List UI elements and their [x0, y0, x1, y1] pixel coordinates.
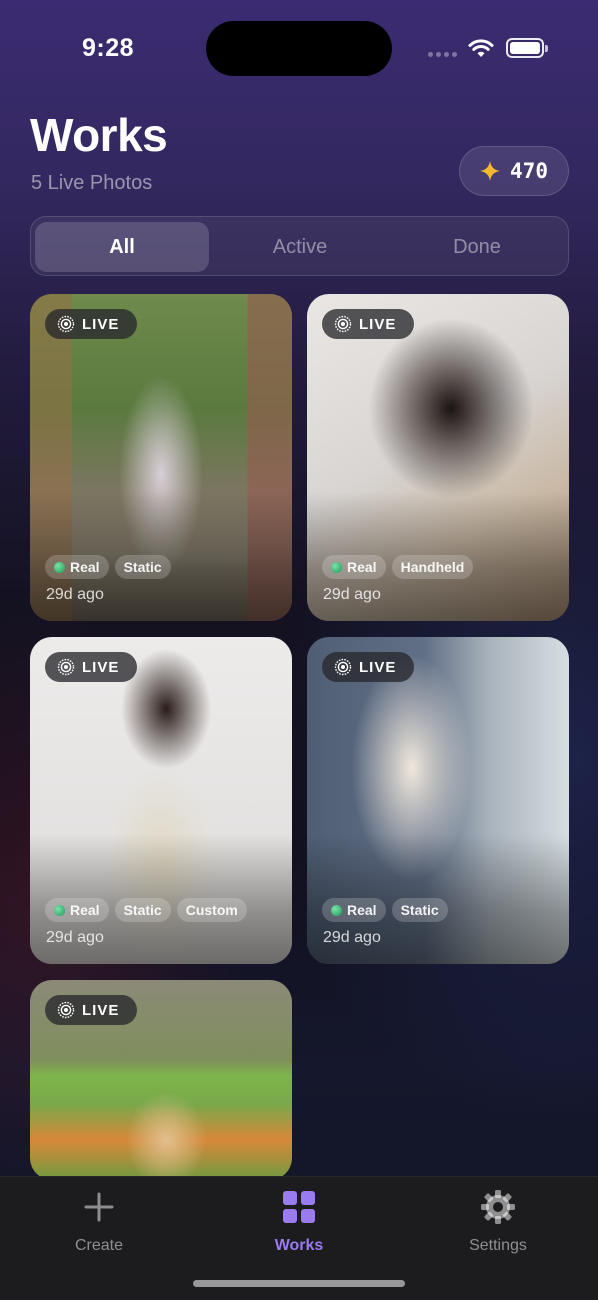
real-dot-icon: [54, 561, 65, 573]
grid-icon: [279, 1187, 319, 1227]
live-label: LIVE: [82, 1001, 120, 1019]
battery-icon: [506, 38, 548, 58]
work-card[interactable]: LIVE Real Static Custom 29d ago: [30, 637, 292, 964]
dynamic-island: [206, 21, 392, 76]
tab-settings-label: Settings: [469, 1237, 527, 1254]
live-badge: LIVE: [45, 995, 137, 1025]
real-dot-icon: [331, 561, 342, 573]
status-time: 9:28: [82, 34, 135, 62]
live-photo-icon: [57, 315, 75, 333]
work-age: 29d ago: [323, 586, 381, 603]
tab-create-label: Create: [74, 1237, 124, 1254]
tab-works[interactable]: Works: [229, 1187, 369, 1255]
tag-real: Real: [322, 898, 386, 922]
plus-icon: [79, 1187, 119, 1227]
tag-static: Static: [391, 898, 448, 922]
tag-custom: Custom: [176, 898, 247, 922]
filter-tab-done[interactable]: Done: [390, 222, 564, 272]
real-dot-icon: [54, 904, 65, 916]
work-card[interactable]: LIVE Real Static 29d ago: [307, 637, 569, 964]
tag-list: Real Static Custom: [45, 898, 247, 922]
filter-tab-all[interactable]: All: [35, 222, 209, 272]
tag-static: Static: [114, 555, 171, 579]
tag-list: Real Static: [45, 555, 171, 579]
sparkle-icon: [480, 161, 501, 181]
live-badge: LIVE: [322, 652, 414, 682]
live-label: LIVE: [359, 658, 397, 676]
credits-button[interactable]: 470: [459, 146, 569, 196]
tag-static: Static: [114, 898, 171, 922]
work-card[interactable]: LIVE Real Static 29d ago: [30, 294, 292, 621]
tag-list: Real Static: [322, 898, 448, 922]
tag-handheld: Handheld: [391, 555, 474, 579]
work-age: 29d ago: [323, 929, 381, 946]
real-dot-icon: [331, 904, 342, 916]
work-age: 29d ago: [46, 586, 104, 603]
wifi-icon: [468, 39, 494, 57]
live-photo-icon: [57, 658, 75, 676]
live-badge: LIVE: [322, 309, 414, 339]
status-bar: 9:28: [0, 0, 598, 96]
live-label: LIVE: [82, 315, 120, 333]
live-label: LIVE: [82, 658, 120, 676]
live-label: LIVE: [359, 315, 397, 333]
tab-settings[interactable]: Settings: [428, 1187, 568, 1255]
live-photo-icon: [57, 1001, 75, 1019]
work-card[interactable]: LIVE: [30, 980, 292, 1180]
credits-count: 470: [510, 159, 548, 183]
tag-list: Real Handheld: [322, 555, 474, 579]
work-age: 29d ago: [46, 929, 104, 946]
tab-works-label: Works: [274, 1237, 324, 1254]
live-badge: LIVE: [45, 652, 137, 682]
photo-count-subtitle: 5 Live Photos: [31, 172, 153, 194]
tab-create[interactable]: Create: [29, 1187, 169, 1255]
live-photo-icon: [334, 658, 352, 676]
live-photo-icon: [334, 315, 352, 333]
tag-real: Real: [45, 555, 109, 579]
filter-segmented-control: All Active Done: [30, 216, 569, 276]
tag-real: Real: [322, 555, 386, 579]
live-badge: LIVE: [45, 309, 137, 339]
page-title: Works: [30, 109, 168, 161]
gear-icon: [478, 1187, 518, 1227]
work-card[interactable]: LIVE Real Handheld 29d ago: [307, 294, 569, 621]
filter-tab-active[interactable]: Active: [213, 222, 387, 272]
home-indicator[interactable]: [193, 1280, 405, 1287]
tag-real: Real: [45, 898, 109, 922]
cellular-signal-icon: [428, 52, 457, 57]
